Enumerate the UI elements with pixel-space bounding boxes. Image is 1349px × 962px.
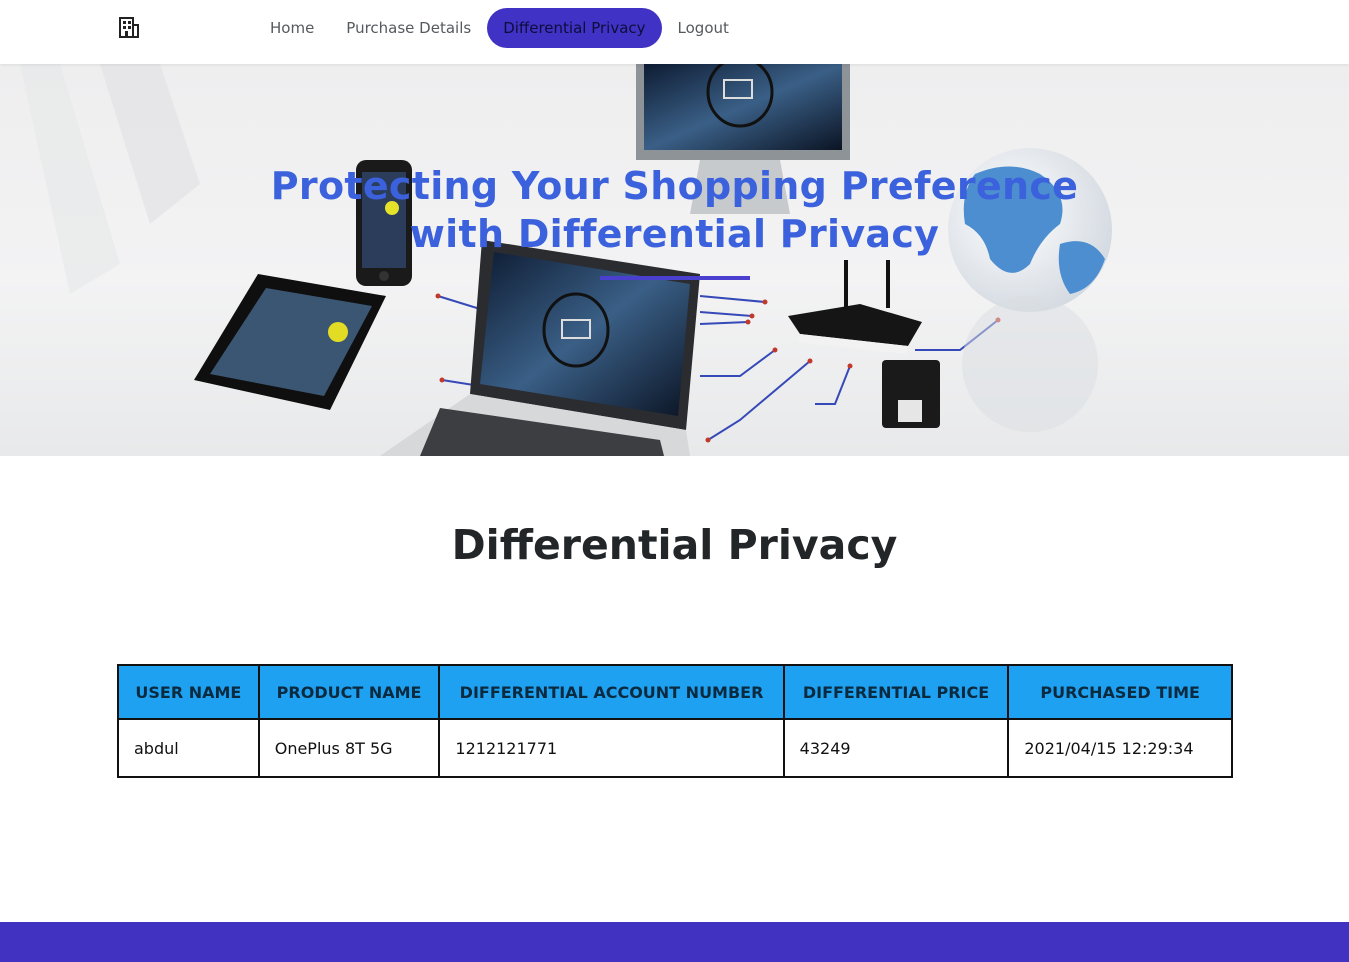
footer [0,922,1349,962]
hero-title-line2: with Differential Privacy [409,212,940,256]
nav-purchase-details[interactable]: Purchase Details [330,8,487,48]
table-row: abdul OnePlus 8T 5G 1212121771 43249 202… [117,718,1233,778]
cell-differential-price: 43249 [782,718,1010,778]
table-header-row: USER NAME PRODUCT NAME DIFFERENTIAL ACCO… [117,664,1233,720]
column-header-user-name: USER NAME [117,664,260,720]
hero-title: Protecting Your Shopping Preference with… [0,162,1349,258]
devices-network-illustration [20,64,1112,456]
column-header-product-name: PRODUCT NAME [257,664,441,720]
hero-title-line1: Protecting Your Shopping Preference [270,164,1079,208]
hero-banner: Protecting Your Shopping Preference with… [0,64,1349,456]
hero-underline [600,276,750,280]
building-icon[interactable] [118,16,140,38]
column-header-differential-price: DIFFERENTIAL PRICE [782,664,1010,720]
nav-differential-privacy[interactable]: Differential Privacy [487,8,662,48]
main-nav: Home Purchase Details Differential Priva… [254,8,745,48]
column-header-purchased-time: PURCHASED TIME [1007,664,1233,720]
nav-logout[interactable]: Logout [662,8,745,48]
cell-product-name: OnePlus 8T 5G [257,718,441,778]
cell-user-name: abdul [117,718,260,778]
differential-privacy-table: USER NAME PRODUCT NAME DIFFERENTIAL ACCO… [117,664,1233,778]
cell-purchased-time: 2021/04/15 12:29:34 [1007,718,1233,778]
nav-home[interactable]: Home [254,8,330,48]
navbar: Home Purchase Details Differential Priva… [0,0,1349,64]
column-header-differential-account-number: DIFFERENTIAL ACCOUNT NUMBER [438,664,785,720]
page-title: Differential Privacy [451,521,898,569]
cell-differential-account-number: 1212121771 [438,718,785,778]
